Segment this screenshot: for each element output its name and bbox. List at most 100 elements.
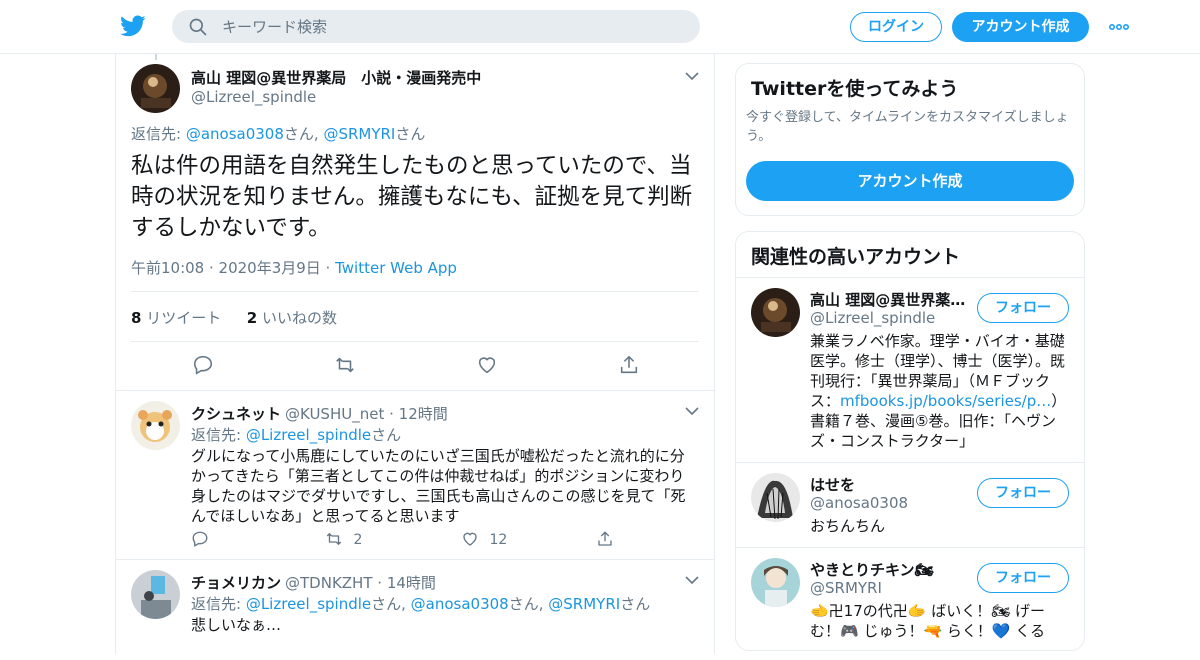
tweet-text: 私は件の用語を自然発生したものと思っていたので、当時の状況を知りません。擁護もな…: [131, 153, 693, 241]
author-handle[interactable]: @Lizreel_spindle: [191, 88, 316, 106]
account-handle[interactable]: @SRMYRI: [810, 579, 882, 597]
reply-icon[interactable]: [192, 354, 214, 376]
reply-user-link[interactable]: @anosa0308: [186, 125, 284, 143]
reply-user-link[interactable]: @SRMYRI: [323, 125, 395, 143]
account-name[interactable]: やきとりチキン🏍: [810, 559, 970, 580]
reply-time[interactable]: · 12時間: [389, 405, 448, 423]
try-twitter-title: Twitterを使ってみよう: [751, 78, 959, 100]
related-account[interactable]: やきとりチキン🏍 @SRMYRI フォロー 🫲卍17の代卍🫱 ばいく！🏍 げーむ…: [736, 548, 1084, 650]
search-input[interactable]: [222, 10, 682, 43]
heart-icon: [463, 532, 477, 546]
divider: [131, 341, 699, 342]
like-count: 2: [246, 309, 258, 327]
reply-to-prefix: 返信先:: [191, 426, 246, 444]
try-twitter-description: 今すぐ登録して、タイムラインをカスタマイズしましょう。: [746, 110, 1069, 144]
like-label: いいねの数: [257, 309, 337, 327]
reply-suffix: さん,: [283, 125, 324, 143]
reply-suffix: さん: [395, 125, 426, 143]
reply-author-name[interactable]: クシュネット: [191, 405, 281, 423]
related-accounts-title: 関連性の高いアカウント: [751, 246, 961, 268]
tweet-source-link[interactable]: Twitter Web App: [335, 259, 457, 277]
tweet-thread-column: 高山 理図@異世界薬局 小説・漫画発売中 @Lizreel_spindle 返信…: [115, 54, 715, 654]
tweet-time[interactable]: 午前10:08 · 2020年3月9日 ·: [131, 259, 335, 277]
reply-author-name[interactable]: チョメリカン: [191, 574, 281, 592]
retweet-icon: [326, 533, 342, 545]
author-name[interactable]: 高山 理図@異世界薬局 小説・漫画発売中: [191, 67, 481, 88]
bio-link[interactable]: mfbooks.jp/books/series/p…: [840, 392, 1051, 410]
sidebar-signup-button[interactable]: アカウント作成: [746, 161, 1074, 201]
avatar[interactable]: [751, 558, 800, 607]
try-twitter-card: Twitterを使ってみよう 今すぐ登録して、タイムラインをカスタマイズしましょ…: [735, 63, 1085, 216]
avatar[interactable]: [751, 288, 800, 337]
reply-to-line: 返信先: @anosa0308さん, @SRMYRIさん: [131, 123, 425, 144]
follow-button[interactable]: フォロー: [977, 478, 1069, 508]
reply-icon: [192, 531, 208, 547]
reply-header: クシュネット @KUSHU_net · 12時間: [191, 403, 448, 424]
retweet-label: リツイート: [141, 309, 222, 327]
twitter-bird-logo-icon[interactable]: [120, 13, 146, 39]
reply-to-prefix: 返信先:: [191, 595, 246, 613]
retweet-stat[interactable]: 8 リツイート: [131, 309, 221, 327]
chevron-down-icon[interactable]: [684, 574, 700, 586]
reply-action[interactable]: [191, 530, 209, 550]
account-bio: おちんちん: [810, 517, 886, 535]
retweet-count: 8: [131, 309, 142, 327]
reply-actions: 2 12: [191, 530, 631, 550]
reply-user-link[interactable]: @anosa0308: [411, 595, 509, 613]
reply-suffix: さん,: [508, 595, 549, 613]
share-action[interactable]: [596, 530, 614, 550]
signup-button[interactable]: アカウント作成: [952, 12, 1089, 42]
reply-text: 悲しいなぁ…: [191, 616, 282, 634]
focused-tweet: 高山 理図@異世界薬局 小説・漫画発売中 @Lizreel_spindle 返信…: [116, 54, 714, 391]
account-name[interactable]: はせを: [810, 474, 970, 495]
reply-author-handle[interactable]: @TDNKZHT: [285, 574, 373, 592]
avatar[interactable]: [131, 401, 180, 450]
related-account[interactable]: はせを @anosa0308 フォロー おちんちん: [736, 463, 1084, 548]
account-bio: 🫲卍17の代卍🫱 ばいく！🏍 げーむ！🎮 じゅう！🔫 らく！💙 くる: [810, 602, 1046, 640]
share-icon[interactable]: [618, 354, 640, 376]
avatar[interactable]: [751, 473, 800, 522]
account-handle[interactable]: @anosa0308: [810, 494, 908, 512]
reply-suffix: さん,: [371, 595, 411, 613]
more-options-icon[interactable]: [1108, 17, 1130, 37]
reply-user-link[interactable]: @Lizreel_spindle: [246, 426, 371, 444]
retweet-icon[interactable]: [334, 354, 356, 376]
heart-icon[interactable]: [476, 354, 498, 376]
like-count: 12: [489, 532, 508, 548]
reply-header: チョメリカン @TDNKZHT · 14時間: [191, 572, 436, 593]
like-stat[interactable]: 2 いいねの数: [247, 309, 337, 327]
retweet-count: 2: [353, 532, 363, 548]
avatar[interactable]: [131, 570, 180, 619]
tweet-timestamp: 午前10:08 · 2020年3月9日 · Twitter Web App: [131, 257, 457, 278]
related-accounts-card: 関連性の高いアカウント 高山 理図@異世界薬局 小説・漫画発売中 @Lizree…: [735, 231, 1085, 651]
reply-text: グルになって小馬鹿にしていたのにいざ三国氏が嘘松だったと流れ的に分かってきたら「…: [191, 447, 686, 525]
follow-button[interactable]: フォロー: [977, 293, 1069, 323]
reply-tweet[interactable]: クシュネット @KUSHU_net · 12時間 返信先: @Lizreel_sp…: [116, 391, 714, 560]
tweet-stats: 8 リツイート 2 いいねの数: [131, 307, 337, 328]
like-action[interactable]: 12: [461, 530, 507, 550]
reply-time[interactable]: · 14時間: [377, 574, 436, 592]
reply-suffix: さん: [371, 426, 402, 444]
divider: [131, 291, 699, 292]
reply-user-link[interactable]: @Lizreel_spindle: [246, 595, 371, 613]
search-box[interactable]: [172, 10, 700, 43]
share-icon: [598, 531, 612, 546]
top-navigation-bar: ログイン アカウント作成: [0, 0, 1200, 54]
retweet-action[interactable]: 2: [325, 530, 362, 550]
account-bio: 兼業ラノベ作家。理学・バイオ・基礎医学。修士（理学）、博士（医学）。既刊現行：「…: [810, 331, 1072, 451]
chevron-down-icon[interactable]: [684, 405, 700, 417]
related-account[interactable]: 高山 理図@異世界薬局 小説・漫画発売中 @Lizreel_spindle フォ…: [736, 278, 1084, 463]
chevron-down-icon[interactable]: [684, 70, 700, 82]
login-button[interactable]: ログイン: [850, 12, 942, 42]
search-icon: [189, 18, 207, 36]
account-name[interactable]: 高山 理図@異世界薬局 小説・漫画発売中: [810, 289, 970, 310]
reply-to-line: 返信先: @Lizreel_spindleさん: [191, 424, 401, 445]
avatar[interactable]: [131, 64, 180, 113]
reply-to-prefix: 返信先:: [131, 125, 186, 143]
account-handle[interactable]: @Lizreel_spindle: [810, 309, 935, 327]
tweet-actions: [116, 354, 714, 380]
reply-user-link[interactable]: @SRMYRI: [548, 595, 620, 613]
reply-tweet[interactable]: チョメリカン @TDNKZHT · 14時間 返信先: @Lizreel_spin…: [116, 560, 714, 660]
follow-button[interactable]: フォロー: [977, 563, 1069, 593]
reply-author-handle[interactable]: @KUSHU_net: [285, 405, 384, 423]
